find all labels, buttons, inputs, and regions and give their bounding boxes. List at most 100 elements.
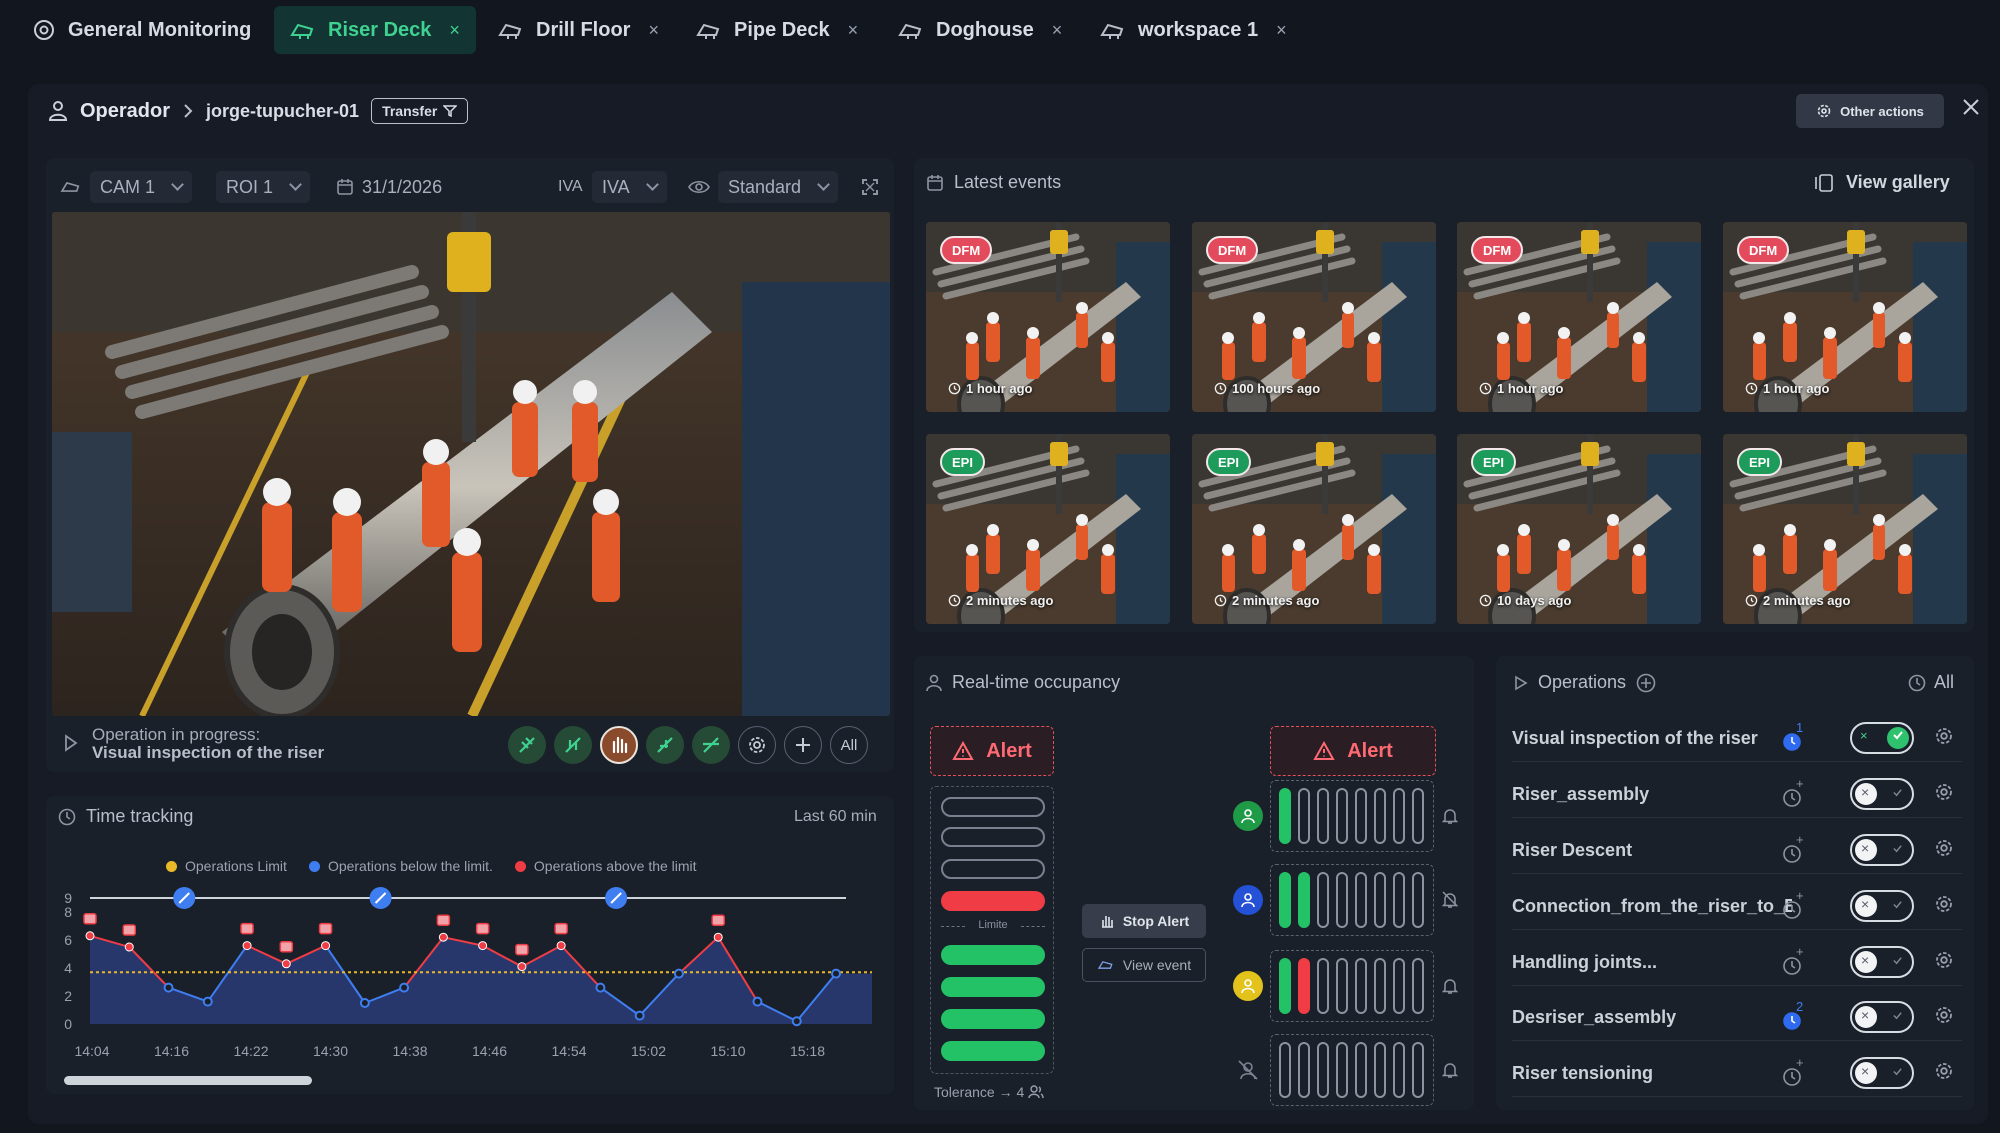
crane-icon <box>60 178 82 196</box>
timer-icon[interactable]: + <box>1782 776 1806 808</box>
event-thumbnail[interactable]: EPI 2 minutes ago <box>1723 434 1967 624</box>
transfer-button[interactable]: Transfer <box>371 98 469 124</box>
tab-close-icon[interactable]: × <box>648 20 659 41</box>
view-mode-select[interactable]: Standard <box>688 170 839 204</box>
operation-toggle[interactable]: × <box>1850 1001 1914 1033</box>
tab-doghouse[interactable]: Doghouse × <box>882 6 1078 54</box>
tab-general-monitoring[interactable]: General Monitoring <box>16 6 267 54</box>
operation-row[interactable]: Visual inspection of the riser 1 × <box>1512 716 1962 762</box>
chart-scrollbar[interactable] <box>64 1076 312 1085</box>
hand-active-icon[interactable] <box>600 726 638 764</box>
data-point-above <box>242 941 252 951</box>
close-panel-icon[interactable] <box>1962 98 1980 116</box>
tab-riser-deck[interactable]: Riser Deck × <box>274 6 476 54</box>
tab-pipe-deck[interactable]: Pipe Deck × <box>680 6 874 54</box>
bell-icon[interactable] <box>1442 977 1458 995</box>
operation-row[interactable]: Riser tensioning + × <box>1512 1051 1962 1097</box>
add-icon[interactable] <box>784 726 822 764</box>
x-tick-label: 14:04 <box>74 1043 109 1059</box>
crane-icon <box>498 19 524 41</box>
tab-close-icon[interactable]: × <box>848 20 859 41</box>
occupancy-bar <box>1336 958 1348 1014</box>
monitor-icon <box>32 18 56 42</box>
alert-marker <box>475 922 490 935</box>
alert-badge[interactable]: Alert <box>930 726 1054 776</box>
bell-icon[interactable] <box>1442 1061 1458 1079</box>
breadcrumb-root[interactable]: Operador <box>80 100 170 123</box>
time-range-label[interactable]: Last 60 min <box>794 808 877 826</box>
event-thumbnail[interactable]: EPI 2 minutes ago <box>926 434 1170 624</box>
hand-tool-icon[interactable] <box>646 726 684 764</box>
event-thumbnail[interactable]: EPI 10 days ago <box>1457 434 1701 624</box>
event-thumbnail[interactable]: DFM 1 hour ago <box>926 222 1170 412</box>
operation-label: Connection_from_the_riser_to_B <box>1512 896 1792 916</box>
iva-select[interactable]: IVA <box>592 170 667 204</box>
tab-close-icon[interactable]: × <box>449 20 460 41</box>
tab-close-icon[interactable]: × <box>1276 20 1287 41</box>
hand-tool-icon[interactable] <box>508 726 546 764</box>
operation-toggle[interactable]: × <box>1850 778 1914 810</box>
alert-label: Alert <box>1347 739 1393 762</box>
gear-icon[interactable] <box>1934 1061 1954 1081</box>
hand-tool-icon[interactable] <box>692 726 730 764</box>
all-operations-button[interactable]: All <box>830 726 868 764</box>
gear-icon[interactable] <box>738 726 776 764</box>
tab-workspace-1[interactable]: workspace 1 × <box>1084 6 1303 54</box>
gear-icon[interactable] <box>1934 726 1954 746</box>
tab-drill-floor[interactable]: Drill Floor × <box>482 6 675 54</box>
operation-toggle[interactable]: × <box>1850 1057 1914 1089</box>
other-actions-button[interactable]: Other actions <box>1796 94 1944 128</box>
gear-icon[interactable] <box>1934 782 1954 802</box>
play-icon[interactable] <box>64 734 78 752</box>
gear-icon[interactable] <box>1934 950 1954 970</box>
people-icon <box>1028 1085 1044 1099</box>
operation-toggle[interactable]: × <box>1850 834 1914 866</box>
operations-filter-all[interactable]: All <box>1908 672 1954 693</box>
operation-row[interactable]: Desriser_assembly 2 × <box>1512 995 1962 1041</box>
tab-label: Riser Deck <box>328 18 432 41</box>
operation-label: Riser_assembly <box>1512 784 1650 804</box>
alert-marker <box>240 922 254 935</box>
timer-icon[interactable]: 2 <box>1782 999 1806 1031</box>
bell-icon[interactable] <box>1442 807 1458 825</box>
timer-icon[interactable]: + <box>1782 944 1806 976</box>
transfer-label: Transfer <box>382 103 438 119</box>
fullscreen-icon[interactable] <box>862 170 878 204</box>
crane-icon <box>290 19 316 41</box>
operation-toggle[interactable]: × <box>1850 722 1914 754</box>
event-thumbnail[interactable]: DFM 1 hour ago <box>1457 222 1701 412</box>
operation-row[interactable]: Riser_assembly + × <box>1512 772 1962 818</box>
timer-icon[interactable]: 1 <box>1782 720 1806 752</box>
timer-icon[interactable]: + <box>1782 1055 1806 1087</box>
occupancy-bar <box>1412 958 1424 1014</box>
operation-row[interactable]: Handling joints... + × <box>1512 940 1962 986</box>
event-thumbnail[interactable]: DFM 1 hour ago <box>1723 222 1967 412</box>
view-gallery-label: View gallery <box>1846 172 1950 192</box>
operation-toggle[interactable]: × <box>1850 946 1914 978</box>
data-point-above <box>556 941 566 951</box>
stop-alert-button[interactable]: Stop Alert <box>1082 904 1206 938</box>
add-circle-icon[interactable] <box>1636 673 1656 693</box>
bell-off-icon[interactable] <box>1442 891 1458 909</box>
view-gallery-button[interactable]: View gallery <box>1814 172 1950 193</box>
operation-row[interactable]: Connection_from_the_riser_to_B + × <box>1512 884 1962 930</box>
operation-row[interactable]: Riser Descent + × <box>1512 828 1962 874</box>
view-event-button[interactable]: View event <box>1082 948 1206 982</box>
gear-icon[interactable] <box>1934 894 1954 914</box>
occupancy-header: Real-time occupancy <box>926 672 1120 693</box>
event-thumbnail[interactable]: EPI 2 minutes ago <box>1192 434 1436 624</box>
camera-select[interactable]: CAM 1 <box>60 170 193 204</box>
gear-icon[interactable] <box>1934 838 1954 858</box>
operation-toggle[interactable]: × <box>1850 890 1914 922</box>
hand-tool-icon[interactable] <box>554 726 592 764</box>
data-point-above <box>124 942 134 952</box>
date-picker[interactable]: 31/1/2026 <box>336 170 442 204</box>
camera-feed[interactable] <box>52 212 890 716</box>
roi-select[interactable]: ROI 1 <box>216 170 311 204</box>
timer-icon[interactable]: + <box>1782 832 1806 864</box>
tab-close-icon[interactable]: × <box>1052 20 1063 41</box>
timer-icon[interactable]: + <box>1782 888 1806 920</box>
alert-badge[interactable]: Alert <box>1270 726 1436 776</box>
gear-icon[interactable] <box>1934 1005 1954 1025</box>
event-thumbnail[interactable]: DFM 100 hours ago <box>1192 222 1436 412</box>
